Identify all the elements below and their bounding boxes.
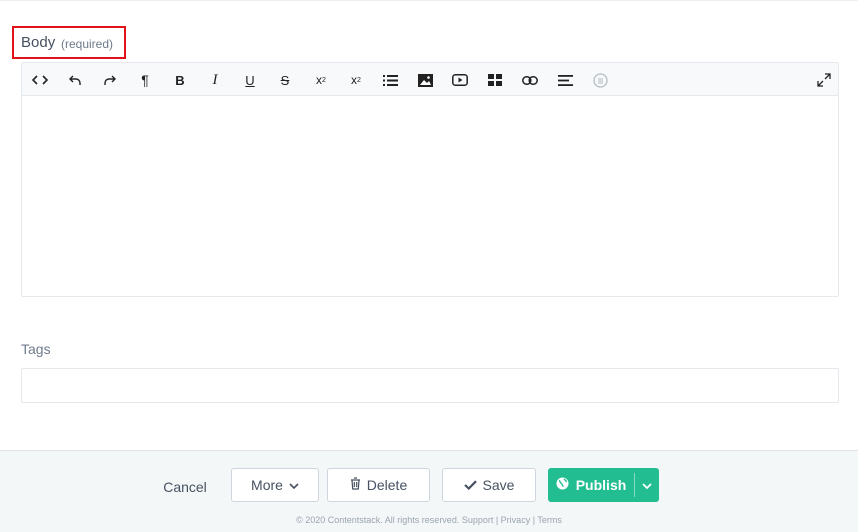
delete-button-label: Delete bbox=[366, 477, 408, 493]
link-icon[interactable] bbox=[519, 69, 541, 91]
bullet-list-icon[interactable] bbox=[379, 69, 401, 91]
rich-text-editor: ¶ B I U S x2 x2 bbox=[21, 62, 839, 297]
image-icon[interactable] bbox=[414, 69, 436, 91]
check-icon bbox=[463, 477, 477, 493]
expand-icon[interactable] bbox=[813, 69, 835, 91]
align-left-icon[interactable] bbox=[554, 69, 576, 91]
video-icon[interactable] bbox=[449, 69, 471, 91]
publish-button[interactable]: Publish bbox=[548, 468, 634, 502]
bold-icon[interactable]: B bbox=[169, 69, 191, 91]
superscript-icon[interactable]: x2 bbox=[310, 69, 332, 91]
save-button-label: Save bbox=[482, 477, 515, 493]
publish-split-button: Publish bbox=[548, 468, 659, 502]
save-button[interactable]: Save bbox=[442, 468, 536, 502]
trash-icon bbox=[350, 477, 361, 493]
top-divider bbox=[0, 0, 858, 1]
table-icon[interactable] bbox=[484, 69, 506, 91]
editor-toolbar: ¶ B I U S x2 x2 bbox=[22, 63, 838, 96]
redo-icon[interactable] bbox=[99, 69, 121, 91]
chevron-down-icon bbox=[642, 477, 652, 493]
action-footer: Cancel More Delete Save Publish © 2020 C… bbox=[0, 450, 858, 532]
body-field-label: Body bbox=[21, 34, 56, 51]
underline-icon[interactable]: U bbox=[239, 69, 261, 91]
subscript-icon[interactable]: x2 bbox=[345, 69, 367, 91]
more-button-label: More bbox=[251, 477, 283, 493]
cancel-button[interactable]: Cancel bbox=[150, 470, 220, 504]
publish-button-label: Publish bbox=[575, 477, 627, 493]
more-button[interactable]: More bbox=[231, 468, 319, 502]
footer-copyright: © 2020 Contentstack. All rights reserved… bbox=[296, 515, 562, 525]
publish-options-button[interactable] bbox=[635, 468, 659, 502]
body-required-hint: (required) bbox=[61, 37, 114, 51]
cancel-button-label: Cancel bbox=[163, 479, 207, 495]
italic-icon[interactable]: I bbox=[204, 69, 226, 91]
emoji-icon[interactable] bbox=[589, 69, 611, 91]
undo-icon[interactable] bbox=[64, 69, 86, 91]
editor-content-area[interactable] bbox=[22, 97, 838, 296]
chevron-down-icon bbox=[289, 477, 299, 493]
tags-input[interactable] bbox=[21, 368, 839, 403]
tags-field-label: Tags bbox=[21, 341, 51, 357]
source-code-icon[interactable] bbox=[29, 69, 51, 91]
delete-button[interactable]: Delete bbox=[327, 468, 430, 502]
strikethrough-icon[interactable]: S bbox=[274, 69, 296, 91]
globe-icon bbox=[556, 477, 569, 493]
paragraph-icon[interactable]: ¶ bbox=[134, 69, 156, 91]
